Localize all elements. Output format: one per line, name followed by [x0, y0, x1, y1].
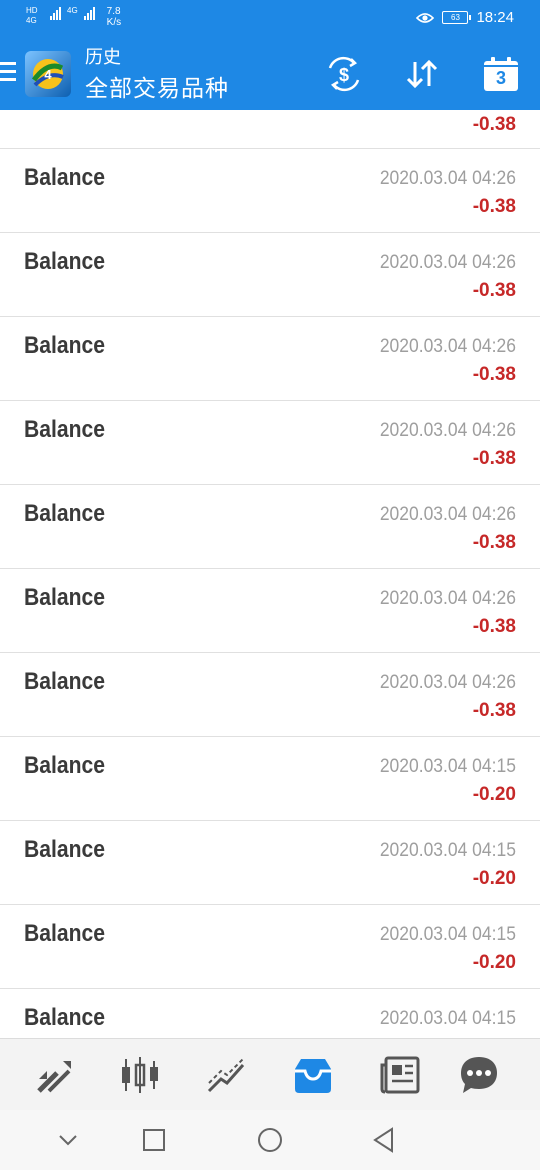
- row-date: 2020.03.04 04:15: [379, 924, 516, 945]
- history-row[interactable]: Balance 2020.03.04 04:15 -0.20: [0, 821, 540, 905]
- row-title: Balance: [24, 920, 106, 947]
- row-amount: -0.38: [472, 448, 516, 469]
- history-icon[interactable]: [291, 1053, 335, 1097]
- row-title: Balance: [24, 584, 106, 611]
- status-network: HD 4G 4G 7.8 K/s: [26, 6, 121, 28]
- row-amount: -0.38: [472, 114, 516, 135]
- row-date: 2020.03.04 04:15: [379, 840, 516, 861]
- app-logo[interactable]: 4: [25, 51, 71, 97]
- currency-exchange-icon[interactable]: $: [324, 54, 364, 94]
- signal-icon-2: [83, 6, 95, 20]
- eye-icon: [416, 12, 435, 23]
- sort-icon[interactable]: [402, 54, 442, 94]
- row-title: Balance: [24, 500, 106, 527]
- history-row-partial[interactable]: -0.38: [0, 110, 540, 149]
- back-icon[interactable]: [370, 1126, 398, 1154]
- history-row[interactable]: Balance 2020.03.04 04:26 -0.38: [0, 653, 540, 737]
- row-amount: -0.38: [472, 280, 516, 301]
- history-row[interactable]: Balance 2020.03.04 04:26 -0.38: [0, 569, 540, 653]
- row-amount: -0.38: [472, 616, 516, 637]
- row-title: Balance: [24, 836, 106, 863]
- row-title: Balance: [24, 332, 106, 359]
- history-row[interactable]: Balance 2020.03.04 04:26 -0.38: [0, 401, 540, 485]
- app-bar: 4 历史 全部交易品种 $ 3: [0, 38, 540, 110]
- status-right: 63 18:24: [416, 9, 514, 26]
- metatrader-logo-icon: 4: [31, 59, 64, 89]
- history-row[interactable]: Balance 2020.03.04 04:26 -0.38: [0, 233, 540, 317]
- network-speed: 7.8 K/s: [107, 6, 121, 28]
- history-row[interactable]: Balance 2020.03.04 04:15 -0.20: [0, 737, 540, 821]
- network-label-left: HD 4G: [26, 6, 38, 25]
- row-amount: -0.38: [472, 364, 516, 385]
- history-row[interactable]: Balance 2020.03.04 04:15 -0.20: [0, 905, 540, 989]
- svg-text:4: 4: [44, 67, 52, 82]
- row-title: Balance: [24, 668, 106, 695]
- history-row[interactable]: Balance 2020.03.04 04:26 -0.38: [0, 149, 540, 233]
- svg-text:$: $: [339, 65, 349, 85]
- network-label-right: 4G: [67, 6, 78, 15]
- row-title: Balance: [24, 416, 106, 443]
- history-list[interactable]: -0.38 Balance 2020.03.04 04:26 -0.38 Balanc…: [0, 110, 540, 1038]
- history-row[interactable]: Balance 2020.03.04 04:15: [0, 989, 540, 1038]
- speed-unit: K/s: [106, 17, 122, 28]
- page-title: 历史: [85, 47, 121, 67]
- row-amount: -0.38: [472, 196, 516, 217]
- row-title: Balance: [24, 752, 106, 779]
- history-row[interactable]: Balance 2020.03.04 04:26 -0.38: [0, 317, 540, 401]
- trade-icon[interactable]: [205, 1053, 249, 1097]
- row-date: 2020.03.04 04:26: [379, 504, 516, 525]
- news-icon[interactable]: [378, 1053, 422, 1097]
- chevron-down-icon[interactable]: [54, 1126, 82, 1154]
- chat-icon[interactable]: [457, 1053, 501, 1097]
- battery-icon: 63: [442, 11, 472, 24]
- clock: 18:24: [476, 9, 514, 26]
- row-date: 2020.03.04 04:26: [379, 672, 516, 693]
- quotes-icon[interactable]: [33, 1053, 77, 1097]
- row-amount: -0.38: [472, 700, 516, 721]
- system-nav-bar: [0, 1110, 540, 1170]
- row-title: Balance: [24, 248, 106, 275]
- status-bar: HD 4G 4G 7.8 K/s 63 18:24: [0, 0, 540, 38]
- speed-value: 7.8: [106, 6, 121, 17]
- row-amount: -0.38: [472, 532, 516, 553]
- chart-icon[interactable]: [118, 1053, 162, 1097]
- symbol-filter[interactable]: 全部交易品种: [85, 74, 229, 102]
- recent-apps-icon[interactable]: [140, 1126, 168, 1154]
- menu-icon[interactable]: [0, 62, 16, 82]
- home-icon[interactable]: [256, 1126, 284, 1154]
- row-date: 2020.03.04 04:15: [379, 756, 516, 777]
- row-date: 2020.03.04 04:26: [379, 252, 516, 273]
- row-amount: -0.20: [472, 868, 516, 889]
- row-date: 2020.03.04 04:26: [379, 588, 516, 609]
- bottom-nav: [0, 1038, 540, 1111]
- row-date: 2020.03.04 04:15: [379, 1008, 516, 1029]
- row-date: 2020.03.04 04:26: [379, 168, 516, 189]
- calendar-icon[interactable]: 3: [481, 54, 521, 94]
- history-row[interactable]: Balance 2020.03.04 04:26 -0.38: [0, 485, 540, 569]
- row-date: 2020.03.04 04:26: [379, 420, 516, 441]
- signal-icon: [50, 6, 61, 20]
- row-title: Balance: [24, 164, 106, 191]
- row-title: Balance: [24, 1004, 106, 1031]
- row-amount: -0.20: [472, 952, 516, 973]
- row-date: 2020.03.04 04:26: [379, 336, 516, 357]
- row-amount: -0.20: [472, 784, 516, 805]
- calendar-day: 3: [495, 68, 506, 88]
